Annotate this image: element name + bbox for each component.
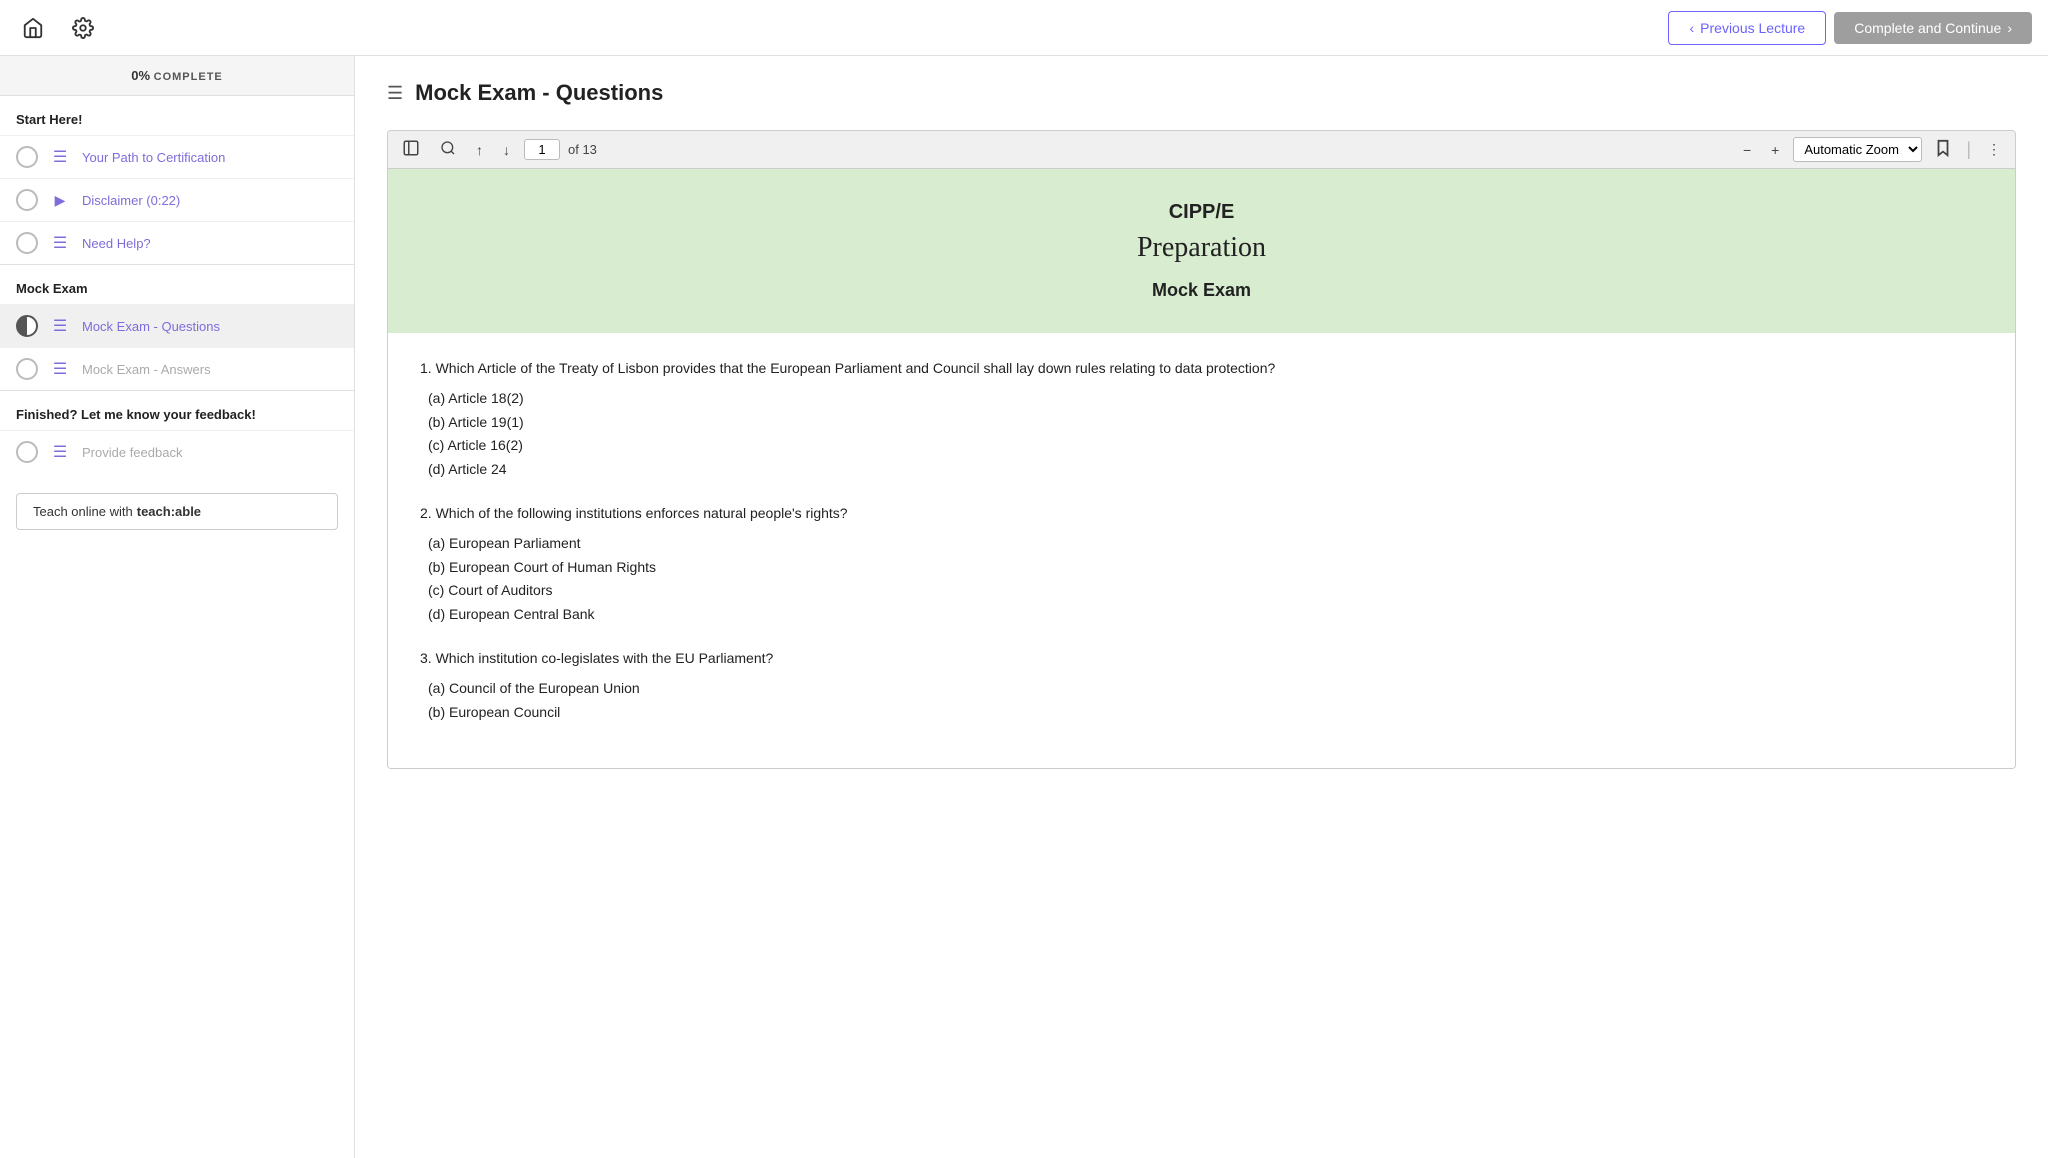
content-title-row: ☰ Mock Exam - Questions [387, 80, 2016, 106]
sidebar-item-feedback[interactable]: ☰ Provide feedback [0, 430, 354, 473]
pdf-next-page-button[interactable]: ↓ [497, 138, 516, 162]
nav-right: ‹ Previous Lecture Complete and Continue… [1668, 11, 2032, 45]
teachable-brand: teach:able [137, 504, 201, 519]
sidebar-item-path-cert[interactable]: ☰ Your Path to Certification [0, 135, 354, 178]
section-title-feedback: Finished? Let me know your feedback! [0, 391, 354, 430]
main-layout: 0% COMPLETE Start Here! ☰ Your Path to C… [0, 56, 2048, 1158]
sidebar-item-label: Your Path to Certification [82, 150, 225, 165]
pdf-content: CIPP/E Preparation Mock Exam 1. Which Ar… [388, 169, 2015, 768]
pdf-prev-page-button[interactable]: ↑ [470, 138, 489, 162]
question-2-option-d: (d) European Central Bank [420, 603, 1983, 627]
question-1-text: 1. Which Article of the Treaty of Lisbon… [420, 357, 1983, 381]
pdf-zoom-out-button[interactable]: − [1737, 138, 1757, 162]
sidebar-item-label: Mock Exam - Answers [82, 362, 211, 377]
progress-percent: 0% [131, 68, 150, 83]
chevron-right-icon: › [2007, 20, 2012, 36]
progress-label: COMPLETE [154, 71, 223, 83]
question-3-text: 3. Which institution co-legislates with … [420, 647, 1983, 671]
question-3-option-b: (b) European Council [420, 701, 1983, 725]
previous-lecture-label: Previous Lecture [1700, 20, 1805, 36]
question-3-block: 3. Which institution co-legislates with … [420, 647, 1983, 724]
question-1-option-d: (d) Article 24 [420, 458, 1983, 482]
pdf-total-pages: of 13 [568, 142, 597, 157]
question-3-option-a: (a) Council of the European Union [420, 677, 1983, 701]
question-2-option-a: (a) European Parliament [420, 532, 1983, 556]
pdf-more-button[interactable]: ⋮ [1981, 137, 2007, 162]
circle-half-icon [16, 315, 38, 337]
lines-icon: ☰ [50, 442, 70, 462]
nav-left [16, 11, 100, 45]
content-area: ☰ Mock Exam - Questions [355, 56, 2048, 1158]
pdf-bookmark-button[interactable] [1930, 135, 1956, 164]
sidebar: 0% COMPLETE Start Here! ☰ Your Path to C… [0, 56, 355, 1158]
chevron-left-icon: ‹ [1689, 20, 1694, 36]
circle-empty-icon [16, 189, 38, 211]
question-2-option-b: (b) European Court of Human Rights [420, 556, 1983, 580]
section-title-mock-exam: Mock Exam [0, 265, 354, 304]
question-1-option-c: (c) Article 16(2) [420, 434, 1983, 458]
sidebar-item-label: Provide feedback [82, 445, 182, 460]
top-navigation: ‹ Previous Lecture Complete and Continue… [0, 0, 2048, 56]
sidebar-item-mock-answers[interactable]: ☰ Mock Exam - Answers [0, 347, 354, 390]
home-button[interactable] [16, 11, 50, 45]
sidebar-item-need-help[interactable]: ☰ Need Help? [0, 221, 354, 264]
question-3-content: Which institution co-legislates with the… [436, 650, 774, 666]
previous-lecture-button[interactable]: ‹ Previous Lecture [1668, 11, 1826, 45]
complete-continue-label: Complete and Continue [1854, 20, 2001, 36]
question-2-option-c: (c) Court of Auditors [420, 579, 1983, 603]
pdf-header-script: Preparation [412, 232, 1991, 264]
circle-empty-icon [16, 441, 38, 463]
teachable-button[interactable]: Teach online with teach:able [16, 493, 338, 530]
sidebar-item-disclaimer[interactable]: ▶ Disclaimer (0:22) [0, 178, 354, 221]
pdf-separator: | [1966, 139, 1971, 160]
pdf-viewer: ↑ ↓ of 13 − + Automatic Zoom | ⋮ [387, 130, 2016, 769]
settings-button[interactable] [66, 11, 100, 45]
pdf-header: CIPP/E Preparation Mock Exam [388, 169, 2015, 333]
circle-empty-icon [16, 358, 38, 380]
circle-empty-icon [16, 146, 38, 168]
section-title-start: Start Here! [0, 96, 354, 135]
pdf-search-button[interactable] [434, 136, 462, 163]
question-2-block: 2. Which of the following institutions e… [420, 502, 1983, 627]
pdf-zoom-select[interactable]: Automatic Zoom [1793, 137, 1922, 162]
question-1-content: Which Article of the Treaty of Lisbon pr… [436, 360, 1276, 376]
question-1-option-a: (a) Article 18(2) [420, 387, 1983, 411]
lines-icon: ☰ [50, 147, 70, 167]
pdf-sidebar-toggle[interactable] [396, 135, 426, 164]
pdf-toolbar: ↑ ↓ of 13 − + Automatic Zoom | ⋮ [388, 131, 2015, 169]
hamburger-icon: ☰ [387, 83, 403, 104]
sidebar-item-label: Disclaimer (0:22) [82, 193, 180, 208]
sidebar-item-label: Need Help? [82, 236, 151, 251]
question-1-block: 1. Which Article of the Treaty of Lisbon… [420, 357, 1983, 482]
circle-empty-icon [16, 232, 38, 254]
question-2-text: 2. Which of the following institutions e… [420, 502, 1983, 526]
lines-icon: ☰ [50, 316, 70, 336]
lines-icon: ☰ [50, 359, 70, 379]
pdf-header-title: CIPP/E [412, 201, 1991, 224]
content-title: Mock Exam - Questions [415, 80, 663, 106]
sidebar-item-label: Mock Exam - Questions [82, 319, 220, 334]
pdf-page-input[interactable] [524, 139, 560, 160]
question-1-option-b: (b) Article 19(1) [420, 411, 1983, 435]
pdf-zoom-in-button[interactable]: + [1765, 138, 1785, 162]
pdf-header-subtitle: Mock Exam [412, 280, 1991, 301]
progress-section: 0% COMPLETE [0, 56, 354, 96]
video-icon: ▶ [50, 192, 70, 209]
lines-icon: ☰ [50, 233, 70, 253]
sidebar-item-mock-questions[interactable]: ☰ Mock Exam - Questions [0, 304, 354, 347]
teachable-label: Teach online with [33, 504, 133, 519]
pdf-questions-body: 1. Which Article of the Treaty of Lisbon… [388, 333, 2015, 768]
complete-continue-button[interactable]: Complete and Continue › [1834, 12, 2032, 44]
question-2-content: Which of the following institutions enfo… [436, 505, 848, 521]
